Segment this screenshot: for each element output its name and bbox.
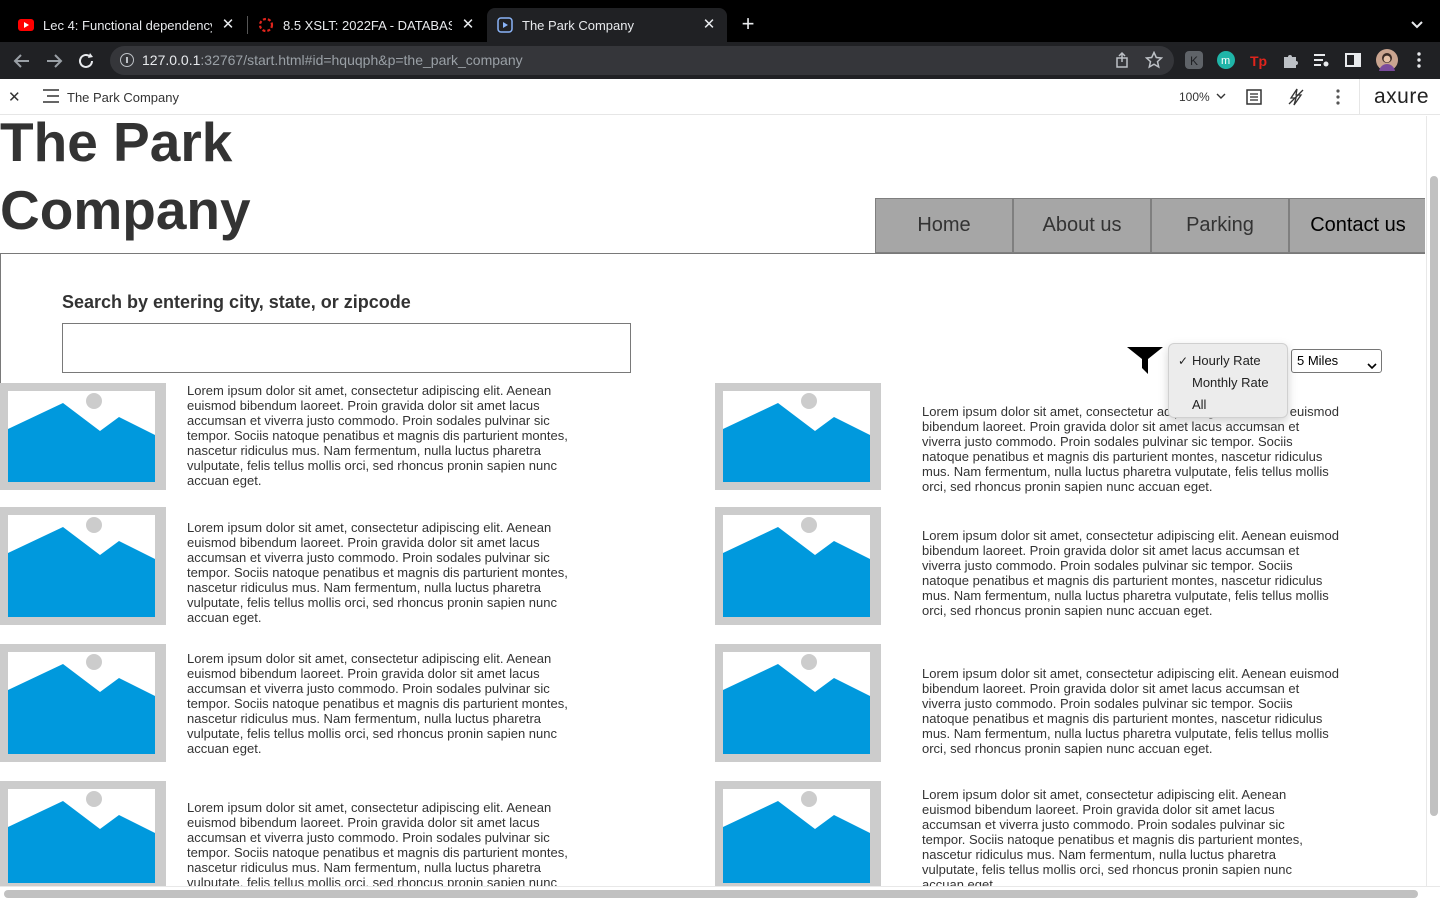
brand-line-2: Company bbox=[0, 179, 251, 241]
chevron-down-icon[interactable] bbox=[1216, 91, 1226, 104]
kebab-menu-icon[interactable] bbox=[1410, 51, 1428, 69]
tab-lecture[interactable]: Lec 4: Functional dependency ✕ bbox=[8, 8, 246, 42]
media-queue-icon[interactable] bbox=[1312, 51, 1330, 69]
nav-home-button[interactable]: Home bbox=[875, 198, 1013, 253]
rate-option-hourly[interactable]: ✓ Hourly Rate bbox=[1169, 350, 1287, 372]
vertical-scrollbar[interactable] bbox=[1426, 116, 1440, 886]
search-label: Search by entering city, state, or zipco… bbox=[62, 292, 411, 312]
image-placeholder-icon bbox=[8, 515, 155, 617]
browser-tab-bar: Lec 4: Functional dependency ✕ 8.5 XSLT:… bbox=[0, 0, 1440, 42]
tab-title: The Park Company bbox=[522, 17, 634, 33]
page-title: The Park Company bbox=[67, 90, 179, 105]
listing-image bbox=[0, 781, 166, 886]
share-icon[interactable] bbox=[1113, 51, 1131, 69]
side-panel-icon[interactable] bbox=[1344, 51, 1362, 69]
listing-image bbox=[715, 507, 881, 625]
image-placeholder-icon bbox=[8, 652, 155, 754]
listing-image bbox=[0, 644, 166, 762]
scrollbar-thumb[interactable] bbox=[1430, 176, 1438, 816]
browser-toolbar: 127.0.0.1:32767/start.html#id=hquqph&p=t… bbox=[0, 42, 1440, 79]
image-placeholder-icon bbox=[723, 391, 870, 482]
listing-description: Lorem ipsum dolor sit amet, consectetur … bbox=[187, 383, 568, 488]
svg-text:K: K bbox=[1190, 54, 1198, 68]
bookmark-star-icon[interactable] bbox=[1144, 50, 1164, 69]
extension-m-icon[interactable]: m bbox=[1217, 51, 1235, 69]
axure-icon bbox=[497, 17, 513, 33]
image-placeholder-icon bbox=[723, 652, 870, 754]
tab-park-company[interactable]: The Park Company ✕ bbox=[487, 8, 727, 42]
zoom-level[interactable]: 100% bbox=[1179, 90, 1210, 104]
interactions-off-icon[interactable] bbox=[1287, 88, 1305, 106]
close-icon[interactable]: ✕ bbox=[701, 17, 717, 33]
axure-logo: axure bbox=[1374, 85, 1430, 108]
address-bar[interactable]: 127.0.0.1:32767/start.html#id=hquqph&p=t… bbox=[110, 46, 1174, 75]
image-placeholder-icon bbox=[723, 789, 870, 883]
distance-value: 5 Miles bbox=[1297, 353, 1339, 368]
tab-title: 8.5 XSLT: 2022FA - DATABASE bbox=[283, 17, 452, 33]
nav-about-button[interactable]: About us bbox=[1013, 198, 1151, 253]
distance-select[interactable]: 5 Miles bbox=[1291, 349, 1382, 373]
listing-description: Lorem ipsum dolor sit amet, consectetur … bbox=[187, 800, 568, 886]
main-nav: Home About us Parking Contact us bbox=[875, 198, 1425, 253]
brand-title: The Park Company bbox=[0, 116, 251, 244]
scrollbar-thumb[interactable] bbox=[4, 890, 1418, 898]
listing-image bbox=[715, 781, 881, 886]
listing-image bbox=[715, 644, 881, 762]
new-tab-icon[interactable]: + bbox=[737, 13, 759, 35]
url-text: 127.0.0.1:32767/start.html#id=hquqph&p=t… bbox=[142, 52, 523, 68]
puzzle-icon[interactable] bbox=[1281, 51, 1299, 69]
listing-description: Lorem ipsum dolor sit amet, consectetur … bbox=[922, 666, 1339, 756]
listing-image bbox=[0, 507, 166, 625]
checkmark-icon: ✓ bbox=[1178, 354, 1189, 368]
image-placeholder-icon bbox=[8, 391, 155, 482]
avatar[interactable] bbox=[1376, 49, 1398, 71]
extension-tp-icon[interactable]: Tp bbox=[1249, 51, 1267, 69]
nav-contact-button[interactable]: Contact us bbox=[1289, 198, 1425, 253]
tab-course[interactable]: 8.5 XSLT: 2022FA - DATABASE ✕ bbox=[248, 8, 486, 42]
chevron-down-icon bbox=[1367, 356, 1377, 370]
forward-arrow-icon[interactable] bbox=[42, 49, 66, 73]
brand-line-1: The Park bbox=[0, 116, 233, 173]
close-icon[interactable]: ✕ bbox=[220, 17, 236, 33]
extension-k-icon[interactable]: K bbox=[1185, 51, 1203, 69]
close-icon[interactable]: ✕ bbox=[8, 88, 21, 106]
listing-image bbox=[715, 383, 881, 490]
nav-parking-button[interactable]: Parking bbox=[1151, 198, 1289, 253]
search-input[interactable] bbox=[62, 323, 631, 373]
notes-icon[interactable] bbox=[1245, 88, 1263, 106]
youtube-icon bbox=[18, 17, 34, 33]
filter-icon[interactable] bbox=[1126, 346, 1164, 376]
prototype-page: The Park Company Home About us Parking C… bbox=[0, 116, 1425, 886]
course-icon bbox=[258, 17, 274, 33]
listing-description: Lorem ipsum dolor sit amet, consectetur … bbox=[187, 651, 568, 756]
listing-description: Lorem ipsum dolor sit amet, consectetur … bbox=[187, 520, 568, 625]
axure-toolbar: ✕ The Park Company 100% axure bbox=[0, 79, 1440, 115]
image-placeholder-icon bbox=[8, 789, 155, 883]
svg-text:m: m bbox=[1221, 55, 1230, 67]
back-arrow-icon[interactable] bbox=[10, 49, 34, 73]
rate-option-all[interactable]: All bbox=[1169, 394, 1287, 416]
image-placeholder-icon bbox=[723, 515, 870, 617]
more-options-icon[interactable] bbox=[1329, 88, 1347, 106]
parking-listings: Lorem ipsum dolor sit amet, consectetur … bbox=[0, 383, 1415, 886]
listing-description: Lorem ipsum dolor sit amet, consectetur … bbox=[922, 528, 1339, 618]
toolbar-divider bbox=[1359, 79, 1360, 115]
tab-title: Lec 4: Functional dependency bbox=[43, 17, 212, 33]
reload-icon[interactable] bbox=[74, 49, 98, 73]
rate-dropdown-menu: ✓ Hourly Rate Monthly Rate All bbox=[1168, 343, 1288, 418]
rate-option-monthly[interactable]: Monthly Rate bbox=[1169, 372, 1287, 394]
sitemap-menu-icon[interactable] bbox=[43, 89, 59, 103]
listing-description: Lorem ipsum dolor sit amet, consectetur … bbox=[922, 787, 1303, 886]
chevron-down-icon[interactable] bbox=[1406, 13, 1428, 35]
svg-text:Tp: Tp bbox=[1250, 53, 1267, 69]
horizontal-scrollbar[interactable] bbox=[0, 886, 1440, 900]
site-info-icon[interactable] bbox=[120, 53, 134, 67]
listing-image bbox=[0, 383, 166, 490]
close-icon[interactable]: ✕ bbox=[460, 17, 476, 33]
